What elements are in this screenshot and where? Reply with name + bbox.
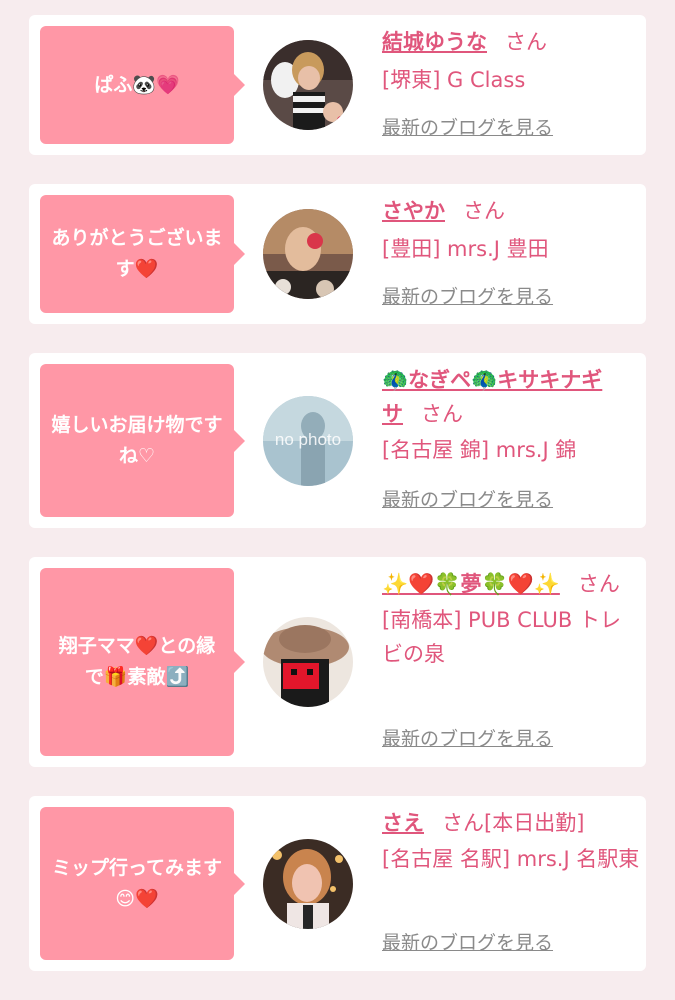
girl-name-link[interactable]: 結城ゆうな xyxy=(382,30,487,54)
girl-name-link[interactable]: 🦚なぎペ🦚キサキナギサ xyxy=(382,368,602,426)
avatar-photo-icon xyxy=(263,40,353,130)
shop-label: [南橋本] PUB CLUB トレビの泉 xyxy=(382,608,621,666)
entry-info: さえ さん[本日出勤] [名古屋 名駅] mrs.J 名駅東 xyxy=(382,806,640,876)
message-text: ぱふ🐼💗 xyxy=(94,73,180,96)
name-suffix: さん xyxy=(505,30,547,54)
blog-link[interactable]: 最新のブログを見る xyxy=(382,487,553,513)
blog-link[interactable]: 最新のブログを見る xyxy=(382,284,553,310)
avatar[interactable] xyxy=(263,40,353,130)
message-text: 嬉しいお届け物ですね♡ xyxy=(51,413,223,467)
name-suffix: さん xyxy=(421,402,463,426)
message-bubble[interactable]: ぱふ🐼💗 xyxy=(40,26,245,144)
blog-link[interactable]: 最新のブログを見る xyxy=(382,115,553,141)
no-photo-text: no photo xyxy=(274,430,342,449)
blog-link[interactable]: 最新のブログを見る xyxy=(382,930,553,956)
message-text: ありがとうございます❤️ xyxy=(51,227,223,280)
entry-info: さやか さん [豊田] mrs.J 豊田 xyxy=(382,194,640,266)
name-suffix: さん xyxy=(463,199,505,223)
shop-label: [名古屋 錦] mrs.J 錦 xyxy=(382,438,577,462)
avatar-photo-icon xyxy=(263,209,353,299)
message-bubble[interactable]: ミップ行ってみます😊❤️ xyxy=(40,807,245,960)
avatar[interactable]: no photo xyxy=(263,396,353,486)
message-bubble[interactable]: 翔子ママ❤️との縁で🎁素敵⤴️ xyxy=(40,568,245,756)
message-bubble[interactable]: ありがとうございます❤️ xyxy=(40,195,245,313)
avatar-photo-icon xyxy=(263,839,353,929)
blog-entry-card: ぱふ🐼💗 結城ゆうな さん [堺東] G Class 最新のブログを見る xyxy=(29,15,646,155)
blog-entry-card: 翔子ママ❤️との縁で🎁素敵⤴️ ✨❤️🍀夢🍀❤️✨ さん [南橋本] PUB CL… xyxy=(29,557,646,767)
shop-label: [名古屋 名駅] mrs.J 名駅東 xyxy=(382,847,640,871)
message-text: 翔子ママ❤️との縁で🎁素敵⤴️ xyxy=(58,635,216,688)
girl-name-link[interactable]: さやか xyxy=(382,199,445,223)
avatar[interactable] xyxy=(263,617,353,707)
avatar[interactable] xyxy=(263,209,353,299)
entry-info: 🦚なぎペ🦚キサキナギサ さん [名古屋 錦] mrs.J 錦 xyxy=(382,363,640,467)
blog-entry-card: ミップ行ってみます😊❤️ さえ さん[本日出勤] [名古屋 名駅] mrs.J 名… xyxy=(29,796,646,971)
blog-entry-card: ありがとうございます❤️ さやか さん [豊田] mrs.J 豊田 最新のブログを… xyxy=(29,184,646,324)
entry-info: 結城ゆうな さん [堺東] G Class xyxy=(382,25,640,97)
name-suffix: さん[本日出勤] xyxy=(442,811,585,835)
entry-info: ✨❤️🍀夢🍀❤️✨ さん [南橋本] PUB CLUB トレビの泉 xyxy=(382,567,640,671)
avatar-photo-icon xyxy=(263,617,353,707)
blog-entry-card: 嬉しいお届け物ですね♡ no photo 🦚なぎペ🦚キサキナギサ さん [名古屋 … xyxy=(29,353,646,528)
shop-label: [豊田] mrs.J 豊田 xyxy=(382,237,549,261)
avatar[interactable] xyxy=(263,839,353,929)
shop-label: [堺東] G Class xyxy=(382,68,526,92)
name-suffix: さん xyxy=(577,572,620,596)
girl-name-link[interactable]: さえ xyxy=(382,811,424,835)
message-bubble[interactable]: 嬉しいお届け物ですね♡ xyxy=(40,364,245,517)
blog-link[interactable]: 最新のブログを見る xyxy=(382,726,553,752)
girl-name-link[interactable]: ✨❤️🍀夢🍀❤️✨ xyxy=(382,572,560,596)
message-text: ミップ行ってみます😊❤️ xyxy=(51,856,223,910)
